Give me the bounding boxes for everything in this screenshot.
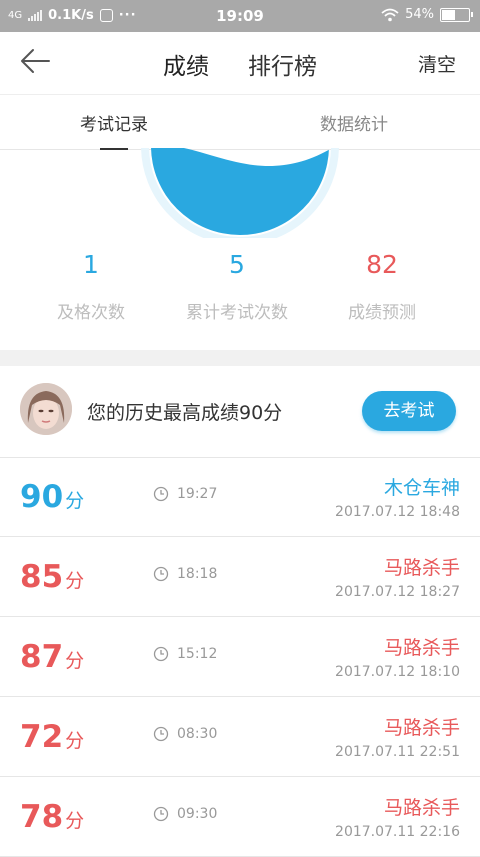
subtab-exam-records[interactable]: 考试记录	[80, 110, 148, 150]
record-score: 90 分	[20, 479, 84, 515]
record-title: 马路杀手	[383, 557, 460, 579]
take-exam-button[interactable]: 去考试	[362, 391, 456, 431]
record-score-value: 72	[20, 719, 64, 755]
user-photo-icon	[20, 383, 72, 435]
subtab-statistics-label: 数据统计	[320, 115, 388, 135]
record-duration: 19:27	[153, 486, 217, 502]
back-button[interactable]	[18, 46, 62, 80]
status-bar: 4G 0.1K/s ··· 19:09 54%	[0, 0, 480, 32]
gauge-wave	[151, 148, 329, 235]
record-date: 2017.07.11 22:16	[335, 824, 460, 840]
record-score-unit: 分	[65, 570, 85, 592]
best-score-header: 您的历史最高成绩90分 去考试	[0, 366, 480, 458]
record-title: 马路杀手	[383, 637, 460, 659]
record-date: 2017.07.12 18:10	[335, 664, 460, 680]
record-duration: 15:12	[153, 646, 217, 662]
record-score-value: 90	[20, 479, 64, 515]
avatar[interactable]	[20, 383, 72, 435]
best-score-text: 您的历史最高成绩90分	[87, 402, 283, 424]
stat-pass-count: 1 及格次数	[11, 250, 171, 323]
wifi-icon	[381, 8, 399, 21]
record-title: 马路杀手	[383, 717, 460, 739]
stat-total-exams: 5 累计考试次数	[157, 250, 317, 323]
record-score-unit: 分	[65, 810, 85, 832]
back-arrow-icon	[21, 49, 50, 73]
record-duration-value: 18:18	[177, 566, 218, 582]
tab-leaderboard[interactable]: 排行榜	[248, 47, 317, 81]
status-right: 54%	[381, 7, 473, 22]
clear-button[interactable]: 清空	[418, 50, 456, 77]
sub-tabs: 考试记录 数据统计	[0, 94, 480, 150]
record-score: 72 分	[20, 719, 84, 755]
section-divider	[0, 350, 480, 366]
battery-fill	[442, 9, 455, 20]
record-duration-value: 15:12	[177, 646, 218, 662]
battery-icon	[440, 7, 473, 22]
record-score-unit: 分	[65, 730, 85, 752]
record-score: 85 分	[20, 559, 84, 595]
record-score-value: 85	[20, 559, 64, 595]
subtab-statistics[interactable]: 数据统计	[320, 110, 388, 135]
battery-percent: 54%	[405, 7, 434, 22]
record-duration: 08:30	[153, 726, 217, 742]
record-score: 87 分	[20, 639, 84, 675]
tab-leaderboard-label: 排行榜	[248, 54, 317, 80]
clock-icon	[153, 566, 169, 582]
stat-score-prediction-label: 成绩预测	[348, 303, 416, 323]
clock-icon	[153, 486, 169, 502]
clock-icon	[153, 726, 169, 742]
record-duration-value: 08:30	[177, 726, 218, 742]
record-date: 2017.07.11 22:51	[335, 744, 460, 760]
clock-icon	[153, 646, 169, 662]
tab-scores[interactable]: 成绩	[161, 47, 211, 96]
exam-record-row[interactable]: 90 分 19:27 木仓车神 2017.07.12 18:48	[0, 457, 480, 537]
record-duration: 09:30	[153, 806, 217, 822]
record-title: 马路杀手	[383, 797, 460, 819]
record-title: 木仓车神	[383, 477, 460, 499]
stat-pass-count-value: 1	[83, 250, 99, 279]
record-score-value: 87	[20, 639, 64, 675]
record-duration-value: 19:27	[177, 486, 218, 502]
exam-record-row[interactable]: 78 分 09:30 马路杀手 2017.07.11 22:16	[0, 777, 480, 857]
stat-score-prediction: 82 成绩预测	[302, 250, 462, 323]
record-duration-value: 09:30	[177, 806, 218, 822]
score-wave-gauge	[141, 148, 339, 238]
stat-pass-count-label: 及格次数	[57, 303, 125, 323]
stat-score-prediction-value: 82	[366, 250, 398, 279]
exam-record-row[interactable]: 87 分 15:12 马路杀手 2017.07.12 18:10	[0, 617, 480, 697]
stat-total-exams-value: 5	[229, 250, 245, 279]
record-date: 2017.07.12 18:27	[335, 584, 460, 600]
record-duration: 18:18	[153, 566, 217, 582]
exam-record-row[interactable]: 72 分 08:30 马路杀手 2017.07.11 22:51	[0, 697, 480, 777]
tab-scores-label: 成绩	[163, 54, 209, 80]
record-score: 78 分	[20, 799, 84, 835]
record-date: 2017.07.12 18:48	[335, 504, 460, 520]
record-score-unit: 分	[65, 490, 85, 512]
exam-record-row[interactable]: 85 分 18:18 马路杀手 2017.07.12 18:27	[0, 537, 480, 617]
record-score-value: 78	[20, 799, 64, 835]
stat-total-exams-label: 累计考试次数	[186, 303, 288, 323]
nav-bar: 成绩 排行榜 清空	[0, 32, 480, 96]
subtab-exam-records-label: 考试记录	[80, 115, 148, 135]
record-score-unit: 分	[65, 650, 85, 672]
exam-record-list: 90 分 19:27 木仓车神 2017.07.12 18:48 85 分 18:18 马路杀手…	[0, 457, 480, 857]
clock-icon	[153, 806, 169, 822]
